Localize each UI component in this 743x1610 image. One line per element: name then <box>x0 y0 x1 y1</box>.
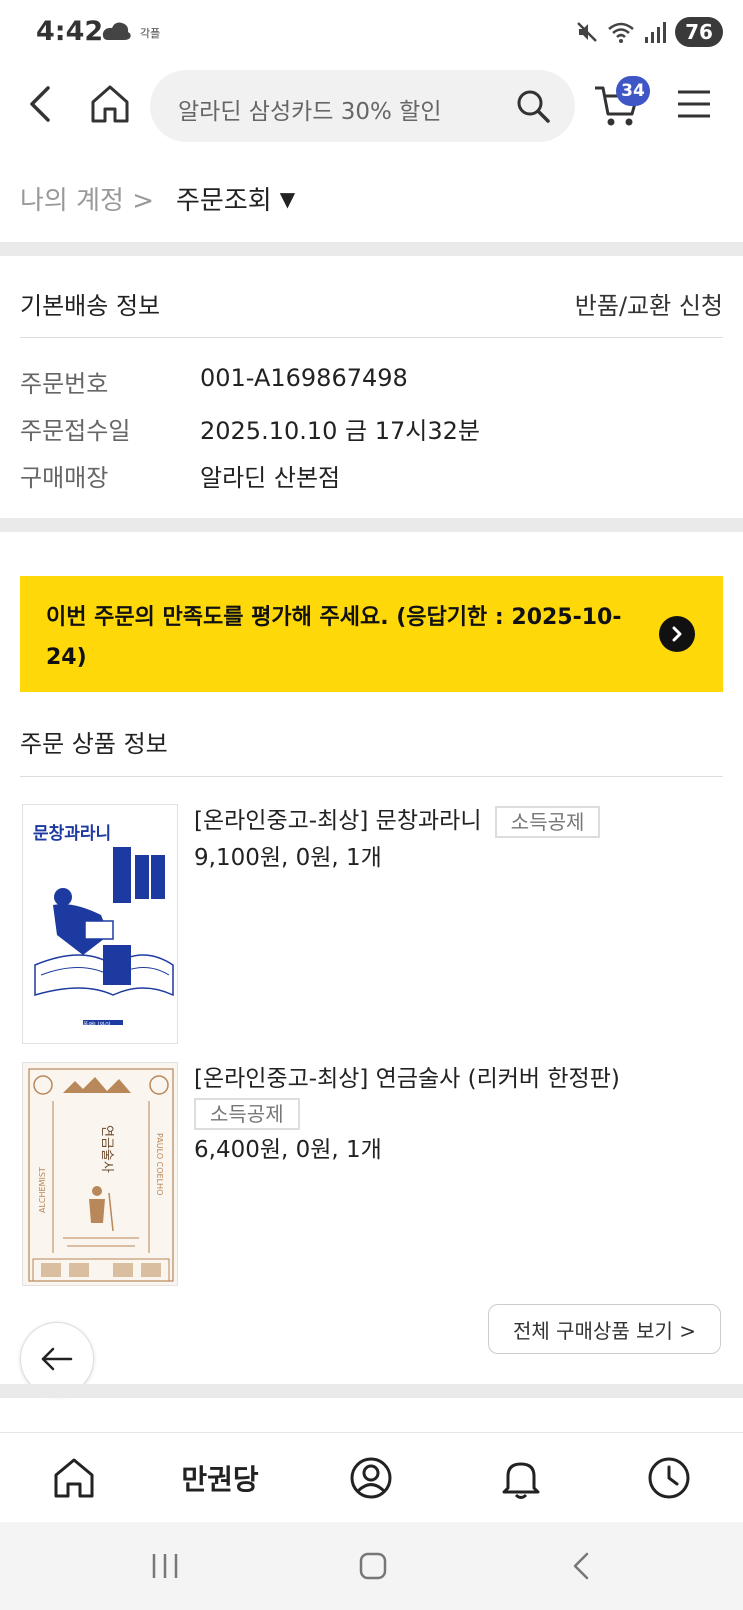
cover-title: 연금술사 <box>99 1125 114 1173</box>
info-label: 구매매장 <box>20 464 109 492</box>
nav-brand-label[interactable]: 만권당 <box>181 1458 258 1498</box>
cloud-icon <box>102 22 131 40</box>
search-icon[interactable] <box>515 88 551 124</box>
clock-icon[interactable] <box>647 1456 691 1500</box>
home-icon[interactable] <box>88 82 132 126</box>
caret-down-icon[interactable]: ▼ <box>280 187 295 211</box>
order-number-row: 주문번호 001-A169867498 <box>20 364 408 399</box>
status-app-label: 각플 <box>140 27 161 40</box>
product-info[interactable]: [온라인중고-최상] 연금술사 (리커버 한정판) 소득공제 6,400원, 0… <box>194 1062 722 1168</box>
bell-icon[interactable] <box>500 1456 542 1500</box>
order-number-value: 001-A169867498 <box>200 364 408 392</box>
shipping-info-title: 기본배송 정보 <box>20 292 161 320</box>
book-cover-illustration: 문창과라니 폴앤니와이 <box>23 805 177 1043</box>
products-section-title: 주문 상품 정보 <box>20 730 168 758</box>
back-arrow-icon[interactable] <box>22 82 62 126</box>
info-label: 주문번호 <box>20 370 109 398</box>
section-divider <box>0 1384 743 1398</box>
breadcrumb-current[interactable]: 주문조회 <box>176 180 272 217</box>
book-cover-illustration: ALCHEMIST PAULO COELHO 연금술사 <box>23 1063 177 1285</box>
wifi-icon <box>608 22 634 43</box>
status-bar: 4:42 각플 76 <box>0 0 743 64</box>
return-exchange-link[interactable]: 반품/교환 신청 <box>575 286 723 321</box>
arrow-left-icon[interactable] <box>40 1347 74 1371</box>
breadcrumb: 나의 계정 > 주문조회 ▼ <box>20 180 295 217</box>
store-value: 알라딘 산본점 <box>200 464 341 492</box>
home-icon[interactable] <box>51 1455 97 1501</box>
order-date-value: 2025.10.10 금 17시32분 <box>200 417 480 445</box>
survey-banner[interactable]: 이번 주문의 만족도를 평가해 주세요. (응답기한 : 2025-10-24) <box>20 576 723 692</box>
cover-title: 문창과라니 <box>33 824 111 844</box>
bottom-navigation: 만권당 <box>0 1432 743 1522</box>
battery-indicator: 76 <box>675 17 723 47</box>
recent-apps-icon[interactable] <box>148 1548 182 1584</box>
system-navigation-bar <box>0 1522 743 1610</box>
top-header: 알라딘 삼성카드 30% 할인 34 <box>0 64 743 148</box>
product-price: 6,400원, 0원, 1개 <box>194 1137 382 1163</box>
nav-account[interactable] <box>346 1453 396 1503</box>
home-button-icon[interactable] <box>356 1548 390 1584</box>
view-all-products-button[interactable]: 전체 구매상품 보기 > <box>488 1304 721 1354</box>
nav-brand[interactable]: 만권당 <box>170 1453 270 1503</box>
tax-deduction-tag: 소득공제 <box>194 1097 300 1130</box>
signal-icon <box>645 22 666 43</box>
nav-home[interactable] <box>48 1453 100 1503</box>
product-name[interactable]: [온라인중고-최상] 문창과라니 <box>194 808 481 834</box>
section-divider <box>0 242 743 256</box>
book-cover-image[interactable]: 문창과라니 폴앤니와이 <box>22 804 178 1044</box>
product-name[interactable]: [온라인중고-최상] 연금술사 (리커버 한정판) <box>194 1062 722 1096</box>
search-input[interactable]: 알라딘 삼성카드 30% 할인 <box>178 92 442 126</box>
chevron-right-icon[interactable] <box>659 616 695 652</box>
cover-publisher: 폴앤니와이 <box>83 1021 111 1029</box>
divider <box>20 337 723 338</box>
product-price: 9,100원, 0원, 1개 <box>194 845 382 871</box>
divider <box>20 776 723 777</box>
status-time: 4:42 <box>36 16 104 47</box>
book-cover-image[interactable]: ALCHEMIST PAULO COELHO 연금술사 <box>22 1062 178 1286</box>
cover-side-left: ALCHEMIST <box>38 1167 47 1213</box>
product-info[interactable]: [온라인중고-최상] 문창과라니 소득공제 9,100원, 0원, 1개 <box>194 804 722 876</box>
cart-count-badge: 34 <box>616 76 650 106</box>
breadcrumb-parent[interactable]: 나의 계정 > <box>20 180 154 217</box>
order-date-row: 주문접수일 2025.10.10 금 17시32분 <box>20 411 480 446</box>
hamburger-menu-icon[interactable] <box>676 88 712 120</box>
nav-history[interactable] <box>644 1453 694 1503</box>
nav-notifications[interactable] <box>496 1453 546 1503</box>
survey-banner-text[interactable]: 이번 주문의 만족도를 평가해 주세요. (응답기한 : 2025-10-24) <box>46 598 646 678</box>
mute-icon <box>577 22 597 42</box>
store-row: 구매매장 알라딘 산본점 <box>20 458 340 493</box>
tax-deduction-tag: 소득공제 <box>494 805 601 838</box>
search-bar[interactable]: 알라딘 삼성카드 30% 할인 <box>150 70 575 142</box>
system-back-icon[interactable] <box>566 1548 596 1584</box>
status-icons: 76 <box>575 16 723 48</box>
user-icon[interactable] <box>349 1456 393 1500</box>
cover-side-right: PAULO COELHO <box>155 1133 164 1195</box>
product-tag-line: 소득공제 <box>194 1096 722 1130</box>
section-divider <box>0 518 743 532</box>
info-label: 주문접수일 <box>20 417 131 445</box>
product-name-line[interactable]: [온라인중고-최상] 문창과라니 소득공제 <box>194 804 722 838</box>
